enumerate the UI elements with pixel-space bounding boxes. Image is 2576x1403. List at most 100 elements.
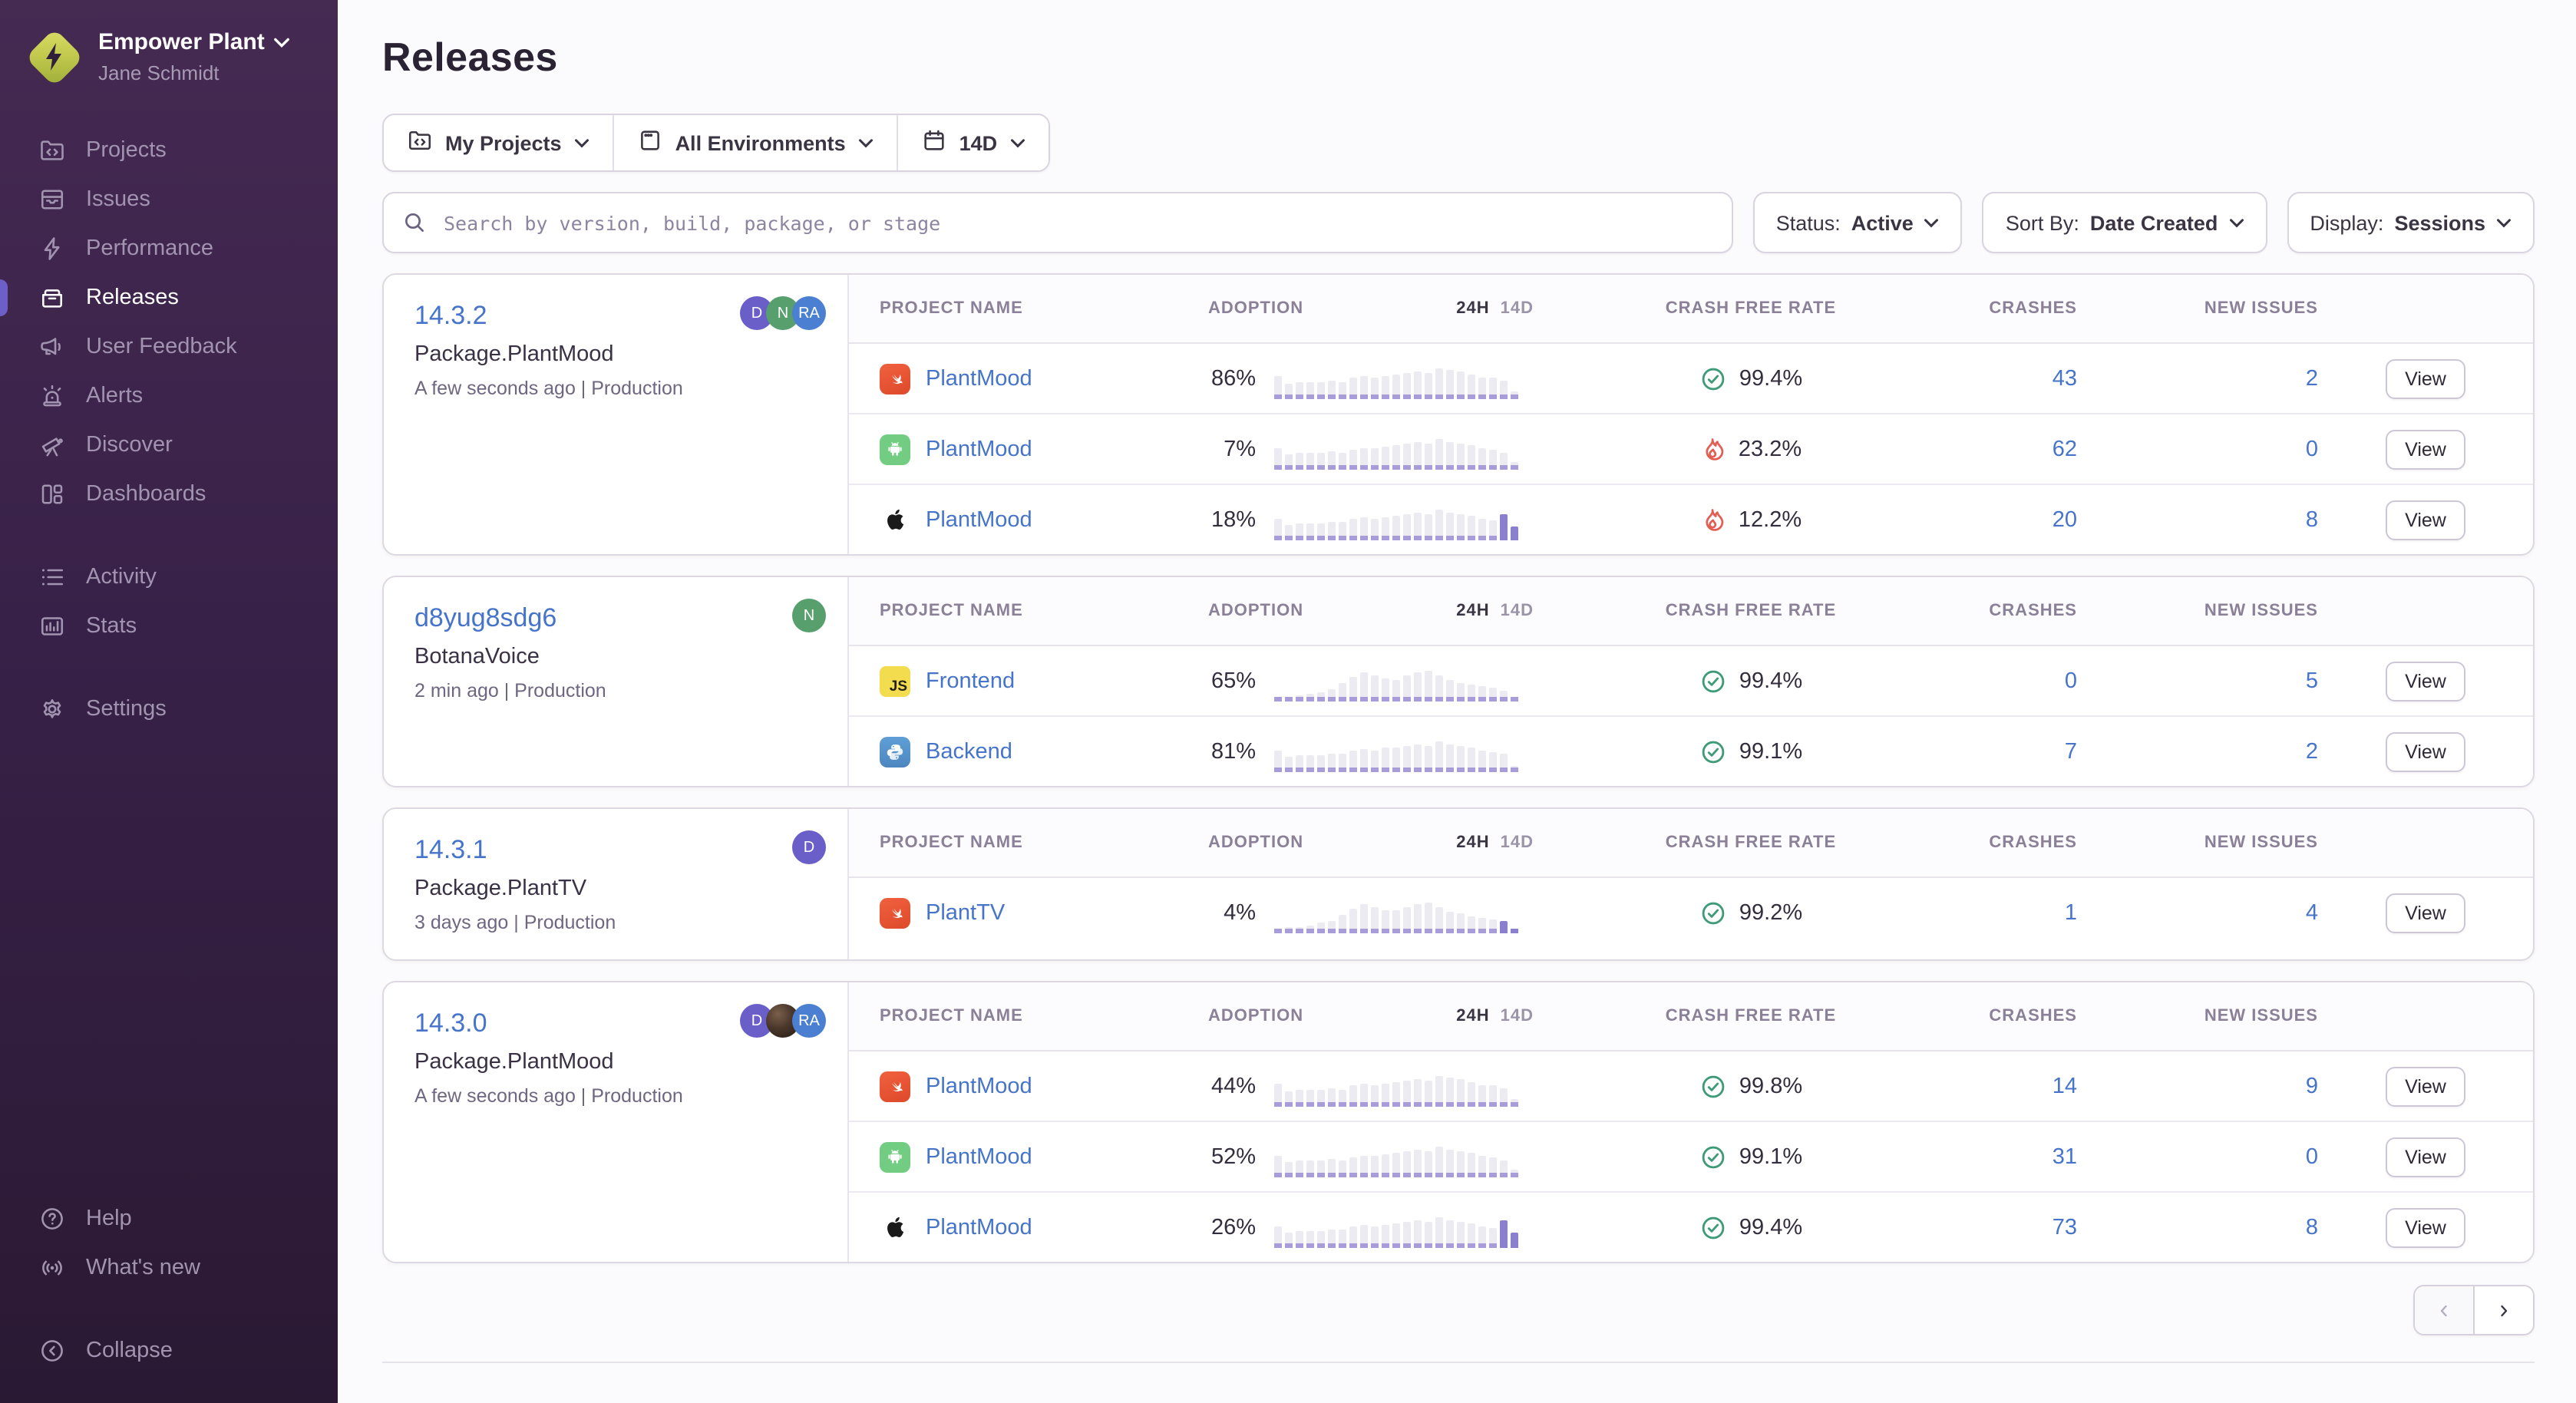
sparkline-bar [1285, 1161, 1293, 1177]
time-range-14d[interactable]: 14D [1501, 299, 1534, 318]
time-range-14d[interactable]: 14D [1501, 1007, 1534, 1025]
view-button[interactable]: View [2385, 358, 2466, 398]
new-issues-count-link[interactable]: 5 [2077, 668, 2318, 693]
project-link[interactable]: PlantMood [926, 1215, 1032, 1240]
new-issues-count-link[interactable]: 8 [2077, 507, 2318, 532]
table-header-row: Project NameAdoption24H14DCrash Free Rat… [849, 809, 2533, 878]
sparkline-bar [1317, 381, 1325, 398]
time-range-24h[interactable]: 24H [1456, 602, 1489, 620]
time-range-24h[interactable]: 24H [1456, 1007, 1489, 1025]
environments-filter-button[interactable]: All Environments [614, 115, 898, 170]
date-range-filter-button[interactable]: 14D [898, 115, 1049, 170]
project-link[interactable]: PlantTV [926, 900, 1005, 925]
project-link[interactable]: Backend [926, 739, 1012, 764]
sparkline-bar [1285, 1091, 1293, 1106]
view-button[interactable]: View [2385, 1066, 2466, 1106]
time-range-14d[interactable]: 14D [1501, 602, 1534, 620]
column-header-new-issues: New Issues [2077, 299, 2318, 318]
view-button[interactable]: View [2385, 1207, 2466, 1247]
sparkline-bar [1306, 693, 1314, 701]
settings-icon [37, 695, 66, 724]
crashes-count-link[interactable]: 62 [1885, 437, 2077, 461]
crashes-count-link[interactable]: 0 [1885, 668, 2077, 693]
sidebar-item-label: User Feedback [86, 335, 237, 359]
time-range-24h[interactable]: 24H [1456, 834, 1489, 852]
new-issues-count-link[interactable]: 8 [2077, 1215, 2318, 1240]
projects-filter-button[interactable]: My Projects [384, 115, 614, 170]
sidebar-item-whats-new[interactable]: What's new [0, 1243, 338, 1292]
new-issues-count-link[interactable]: 2 [2077, 739, 2318, 764]
sort-by-dropdown[interactable]: Sort By: Date Created [1983, 192, 2267, 253]
sidebar-item-collapse[interactable]: Collapse [0, 1326, 338, 1375]
org-name: Empower Plant [98, 28, 265, 58]
sparkline-bar [1382, 1224, 1389, 1247]
project-link[interactable]: PlantMood [926, 366, 1032, 391]
release-version-link[interactable]: d8yug8sdg6 [414, 603, 817, 634]
sparkline-bar [1435, 438, 1443, 469]
view-button[interactable]: View [2385, 893, 2466, 933]
pagination-prev-button[interactable] [2415, 1286, 2473, 1334]
sidebar-item-settings[interactable]: Settings [0, 685, 338, 734]
sparkline-bar [1403, 443, 1411, 469]
sidebar-item-stats[interactable]: Stats [0, 602, 338, 651]
time-range-24h[interactable]: 24H [1456, 299, 1489, 318]
sidebar-item-issues[interactable]: Issues [0, 175, 338, 224]
sparkline-bar [1489, 1227, 1497, 1247]
crashes-count-link[interactable]: 14 [1885, 1074, 2077, 1098]
new-issues-count-link[interactable]: 9 [2077, 1074, 2318, 1098]
pagination-next-button[interactable] [2473, 1286, 2533, 1334]
sparkline-bar [1296, 926, 1303, 933]
view-button[interactable]: View [2385, 661, 2466, 701]
table-row: PlantMood26%99.4%738View [849, 1193, 2533, 1262]
sparkline-bar [1285, 926, 1293, 933]
sidebar-item-discover[interactable]: Discover [0, 421, 338, 470]
project-link[interactable]: PlantMood [926, 437, 1032, 461]
sparkline-bar [1285, 524, 1293, 540]
status-dropdown[interactable]: Status: Active [1753, 192, 1963, 253]
crashes-count-link[interactable]: 1 [1885, 900, 2077, 925]
sparkline-bar [1457, 1150, 1465, 1177]
release-version-link[interactable]: 14.3.1 [414, 835, 817, 866]
sidebar-item-performance[interactable]: Performance [0, 224, 338, 273]
new-issues-count-link[interactable]: 0 [2077, 1144, 2318, 1169]
sidebar-item-activity[interactable]: Activity [0, 553, 338, 602]
search-icon [402, 210, 427, 235]
sidebar-item-help[interactable]: Help [0, 1194, 338, 1243]
project-link[interactable]: PlantMood [926, 507, 1032, 532]
view-button[interactable]: View [2385, 731, 2466, 771]
crashes-count-link[interactable]: 43 [1885, 366, 2077, 391]
sparkline-bar [1500, 920, 1508, 933]
sidebar-item-dashboards[interactable]: Dashboards [0, 470, 338, 519]
new-issues-count-link[interactable]: 2 [2077, 366, 2318, 391]
sparkline-bar [1511, 526, 1518, 540]
issues-icon [37, 185, 66, 214]
avatar-group: DNRA [748, 296, 826, 330]
view-button[interactable]: View [2385, 500, 2466, 540]
view-button[interactable]: View [2385, 1137, 2466, 1177]
sparkline-bar [1403, 675, 1411, 701]
crashes-count-link[interactable]: 20 [1885, 507, 2077, 532]
sparkline-bar [1296, 1160, 1303, 1177]
project-link[interactable]: Frontend [926, 668, 1015, 693]
new-issues-count-link[interactable]: 4 [2077, 900, 2318, 925]
crashes-count-link[interactable]: 7 [1885, 739, 2077, 764]
column-header-crashes: Crashes [1885, 602, 2077, 620]
new-issues-count-link[interactable]: 0 [2077, 437, 2318, 461]
sidebar-item-alerts[interactable]: Alerts [0, 371, 338, 421]
crashes-count-link[interactable]: 73 [1885, 1215, 2077, 1240]
sidebar-item-projects[interactable]: Projects [0, 126, 338, 175]
search-box[interactable] [382, 192, 1733, 253]
display-dropdown[interactable]: Display: Sessions [2287, 192, 2535, 253]
search-input[interactable] [441, 210, 1713, 236]
swift-platform-icon [880, 897, 910, 928]
sidebar-item-releases[interactable]: Releases [0, 273, 338, 322]
org-switcher[interactable]: Empower Plant Jane Schmidt [0, 21, 338, 86]
sort-by-value: Date Created [2090, 211, 2218, 234]
project-link[interactable]: PlantMood [926, 1074, 1032, 1098]
view-button[interactable]: View [2385, 429, 2466, 469]
sidebar-item-user-feedback[interactable]: User Feedback [0, 322, 338, 371]
project-link[interactable]: PlantMood [926, 1144, 1032, 1169]
crashes-count-link[interactable]: 31 [1885, 1144, 2077, 1169]
time-range-14d[interactable]: 14D [1501, 834, 1534, 852]
releases-icon [37, 283, 66, 312]
